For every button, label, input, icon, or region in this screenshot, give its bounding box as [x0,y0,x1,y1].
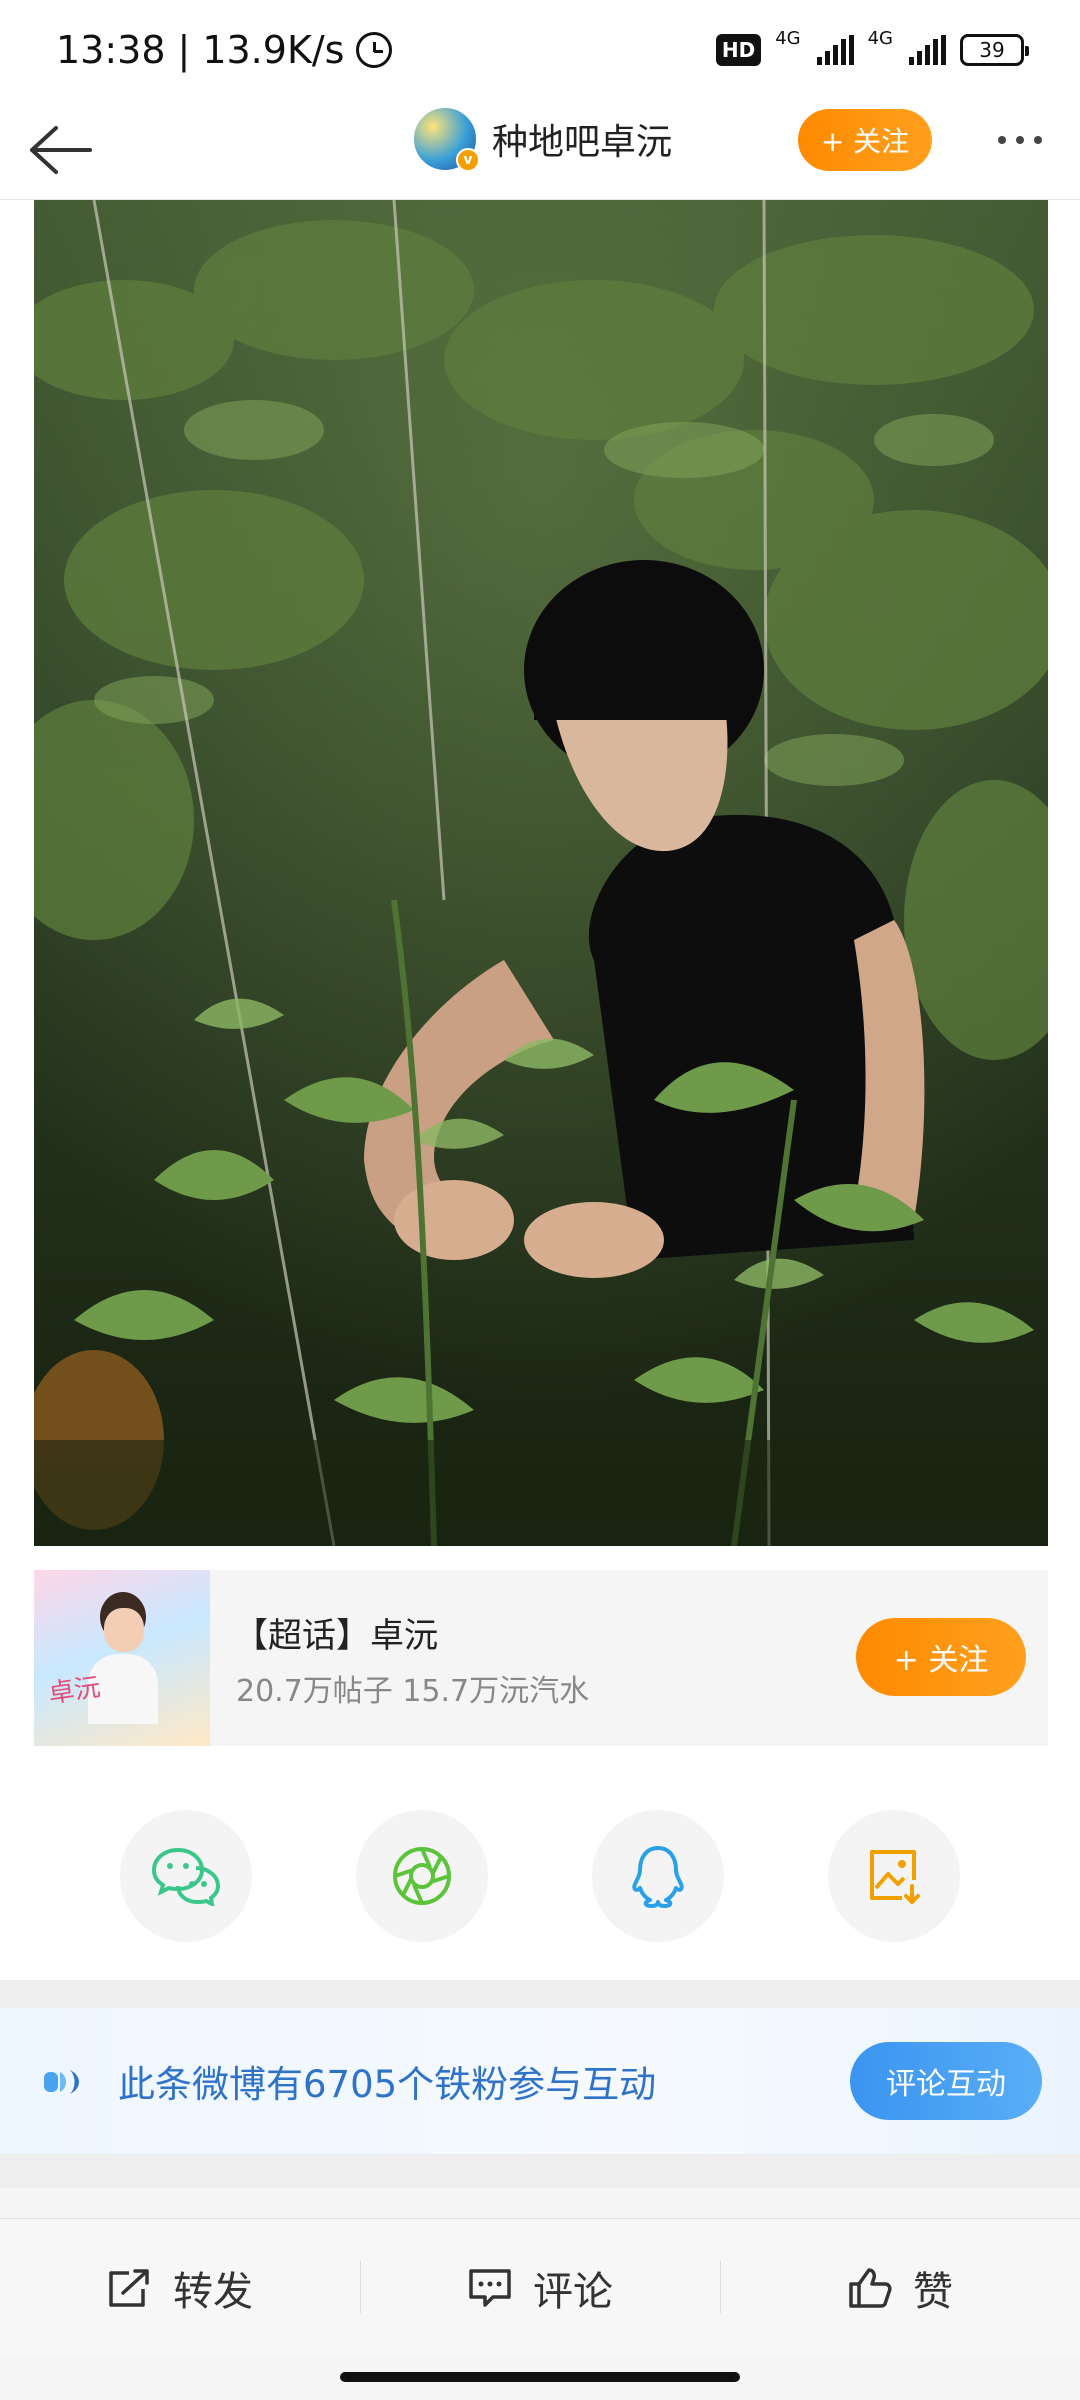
supertopic-follow-button[interactable]: + 关注 [856,1618,1026,1696]
more-button[interactable] [980,112,1060,168]
alarm-icon [356,32,393,68]
hd-badge: HD [715,34,762,66]
more-dot-icon [998,136,1006,144]
status-left: 13:38 | 13.9K/s [56,28,393,72]
supertopic-stats: 20.7万帖子 15.7万沅汽水 [236,1674,590,1709]
photo-image [34,200,1048,1546]
repost-label: 转发 [173,2268,253,2315]
post-content: 卓沅 【超话】卓沅 20.7万帖子 15.7万沅汽水 + 关注 [0,200,1080,1980]
thumbs-up-icon [849,2267,892,2308]
back-button[interactable] [22,118,98,182]
network-type-1: 4G [775,27,801,49]
moments-icon [393,1847,451,1905]
fan-interaction-banner[interactable]: 此条微博有6705个铁粉参与互动 评论互动 [0,2008,1080,2154]
bottom-action-bar: 转发 评论 赞 [0,2218,1080,2356]
signal-icon [816,35,854,65]
post-photo[interactable] [34,200,1048,1546]
status-divider: | [177,28,191,72]
sound-wave-icon [44,2070,79,2094]
share-wechat-button[interactable] [120,1810,252,1942]
status-bar: 13:38 | 13.9K/s HD 4G 4G 39 [0,0,1080,100]
save-image-icon [870,1850,920,1904]
repost-button[interactable]: 转发 [0,2219,360,2356]
home-indicator[interactable] [340,2372,740,2382]
more-dot-icon [1016,136,1024,144]
battery-icon: 39 [960,34,1029,66]
like-label: 赞 [913,2268,953,2315]
network-speed: 13.9K/s [202,28,345,72]
back-arrow-icon [30,126,92,174]
wechat-icon [152,1847,220,1906]
banner-text: 此条微博有6705个铁粉参与互动 [118,2063,657,2106]
qq-icon [632,1846,684,1908]
network-type-2: 4G [867,27,893,49]
supertopic-thumbnail: 卓沅 [34,1570,210,1746]
more-dot-icon [1034,136,1042,144]
supertopic-title: 【超话】卓沅 [234,1616,438,1656]
signal-icon-2 [909,35,946,65]
share-row [0,1810,1080,1950]
page-title[interactable]: 种地吧卓沅 [492,113,672,165]
status-right: HD 4G 4G 39 [715,28,1029,66]
section-divider [0,2154,1080,2188]
comment-label: 评论 [533,2268,613,2315]
thumbnail-script: 卓沅 [46,1672,103,1710]
battery-level: 39 [979,38,1005,62]
comment-button[interactable]: 评论 [360,2219,720,2356]
nav-account[interactable]: v 种地吧卓沅 [412,106,672,172]
share-moments-button[interactable] [356,1810,488,1942]
like-button[interactable]: 赞 [720,2219,1080,2356]
verified-icon: v [456,148,480,172]
save-image-button[interactable] [828,1810,960,1942]
supertopic-card[interactable]: 卓沅 【超话】卓沅 20.7万帖子 15.7万沅汽水 + 关注 [34,1570,1048,1746]
avatar[interactable]: v [412,106,480,172]
status-time: 13:38 [56,28,166,72]
comment-icon [469,2268,511,2307]
share-qq-button[interactable] [592,1810,724,1942]
comment-interaction-button[interactable]: 评论互动 [850,2042,1042,2120]
section-divider [0,1980,1080,2008]
repost-icon [109,2268,149,2307]
follow-button[interactable]: + 关注 [798,109,932,171]
